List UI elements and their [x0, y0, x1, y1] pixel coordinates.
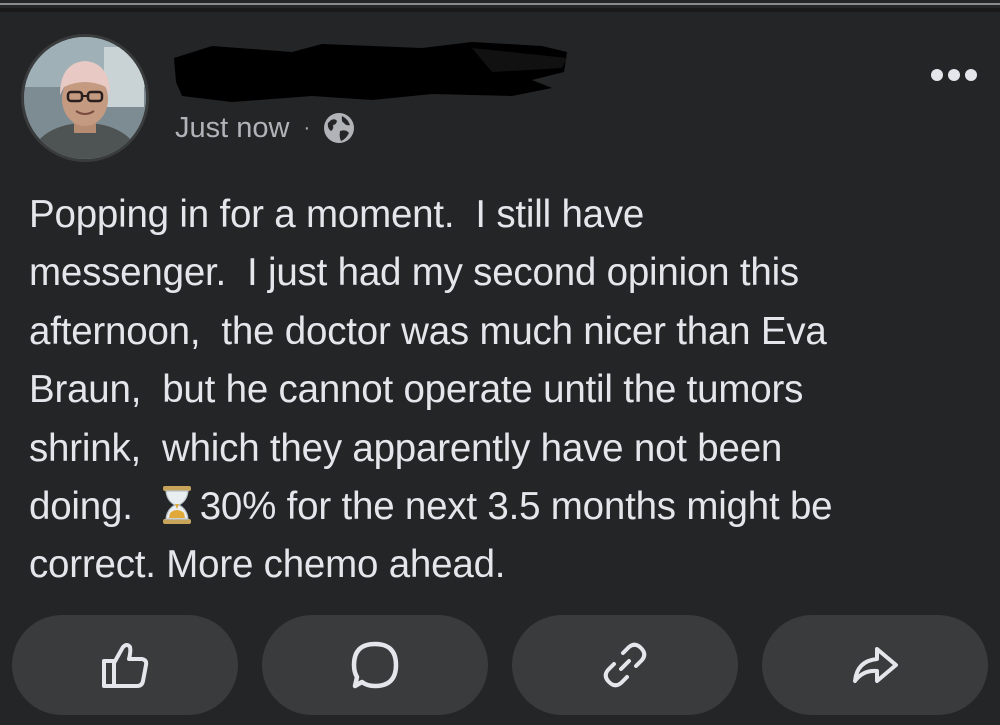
post-line-text: 30% for the next 3.5 months might be	[199, 484, 833, 528]
avatar-image	[24, 37, 146, 159]
post-line: Popping in for a moment. I still have	[29, 193, 645, 236]
post-line: messenger. I just had my second opinion …	[29, 251, 799, 295]
post-body: Popping in for a moment. I still have me…	[29, 186, 979, 595]
copy-link-button[interactable]	[512, 615, 738, 715]
post-line-text: doing.	[29, 484, 154, 528]
comment-button[interactable]	[262, 615, 488, 715]
thumbs-up-icon	[102, 643, 149, 688]
hourglass-icon	[160, 484, 194, 524]
more-options-button[interactable]	[926, 58, 982, 92]
more-horizontal-icon	[931, 69, 977, 81]
redacted-author-name	[172, 38, 572, 108]
post-line: Braun, but he cannot operate until the t…	[29, 368, 804, 412]
timestamp[interactable]: Just now	[175, 112, 289, 145]
post-actions	[12, 615, 988, 715]
top-divider	[0, 0, 1000, 12]
post-line: afternoon, the doctor was much nicer tha…	[29, 309, 827, 353]
link-icon	[603, 642, 647, 688]
post-line: shrink, which they apparently have not b…	[29, 426, 783, 470]
meta-separator: ·	[303, 116, 311, 139]
share-button[interactable]	[762, 615, 988, 715]
like-button[interactable]	[12, 615, 238, 715]
avatar[interactable]	[21, 34, 149, 162]
globe-icon[interactable]	[322, 111, 356, 145]
post-meta: Just now ·	[175, 108, 356, 148]
share-icon	[853, 647, 898, 683]
post-line: doing. 30% for the next 3.5 months might…	[29, 478, 979, 536]
comment-icon	[351, 641, 399, 689]
post-line: correct. More chemo ahead.	[29, 543, 506, 587]
